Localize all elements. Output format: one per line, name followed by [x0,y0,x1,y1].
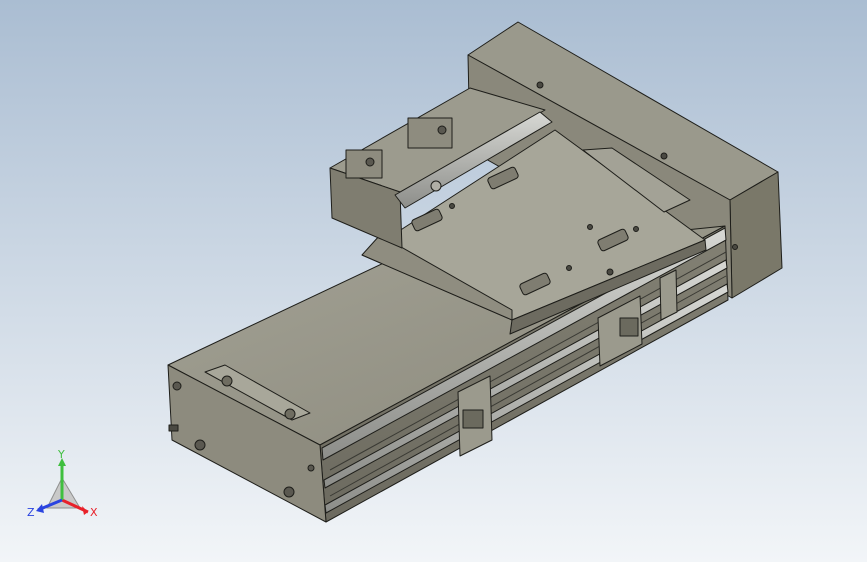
cad-scene[interactable]: X Y Z [0,0,867,562]
sensor-bracket-far[interactable] [659,269,678,321]
cad-viewport[interactable]: X Y Z [0,0,867,562]
triad-z-label: Z [27,506,35,519]
end-face-hole [283,486,295,498]
triad-x-label: X [90,506,98,519]
end-face-slot [168,424,179,432]
end-plate-screw [221,375,233,387]
housing-hole [732,244,738,250]
housing-hole [660,152,668,160]
clamp-screw [365,157,375,167]
carriage-hole [587,224,593,230]
clamp-screw [437,125,447,135]
sensor-block [462,409,484,429]
carriage-hole [606,268,614,276]
housing-hole [536,81,544,89]
end-face-hole [194,439,206,451]
end-face-hole [307,464,315,472]
end-plate-screw [284,408,296,420]
end-face-hole [172,381,182,391]
carriage-hole [633,226,639,232]
triad-y-label: Y [57,448,65,461]
carriage-hole [566,265,572,271]
carriage-hole [449,203,455,209]
clamp-block-left[interactable] [345,149,383,179]
clamp-block-right[interactable] [407,117,453,149]
rod-end-screw [430,180,442,192]
sensor-block [619,317,639,337]
